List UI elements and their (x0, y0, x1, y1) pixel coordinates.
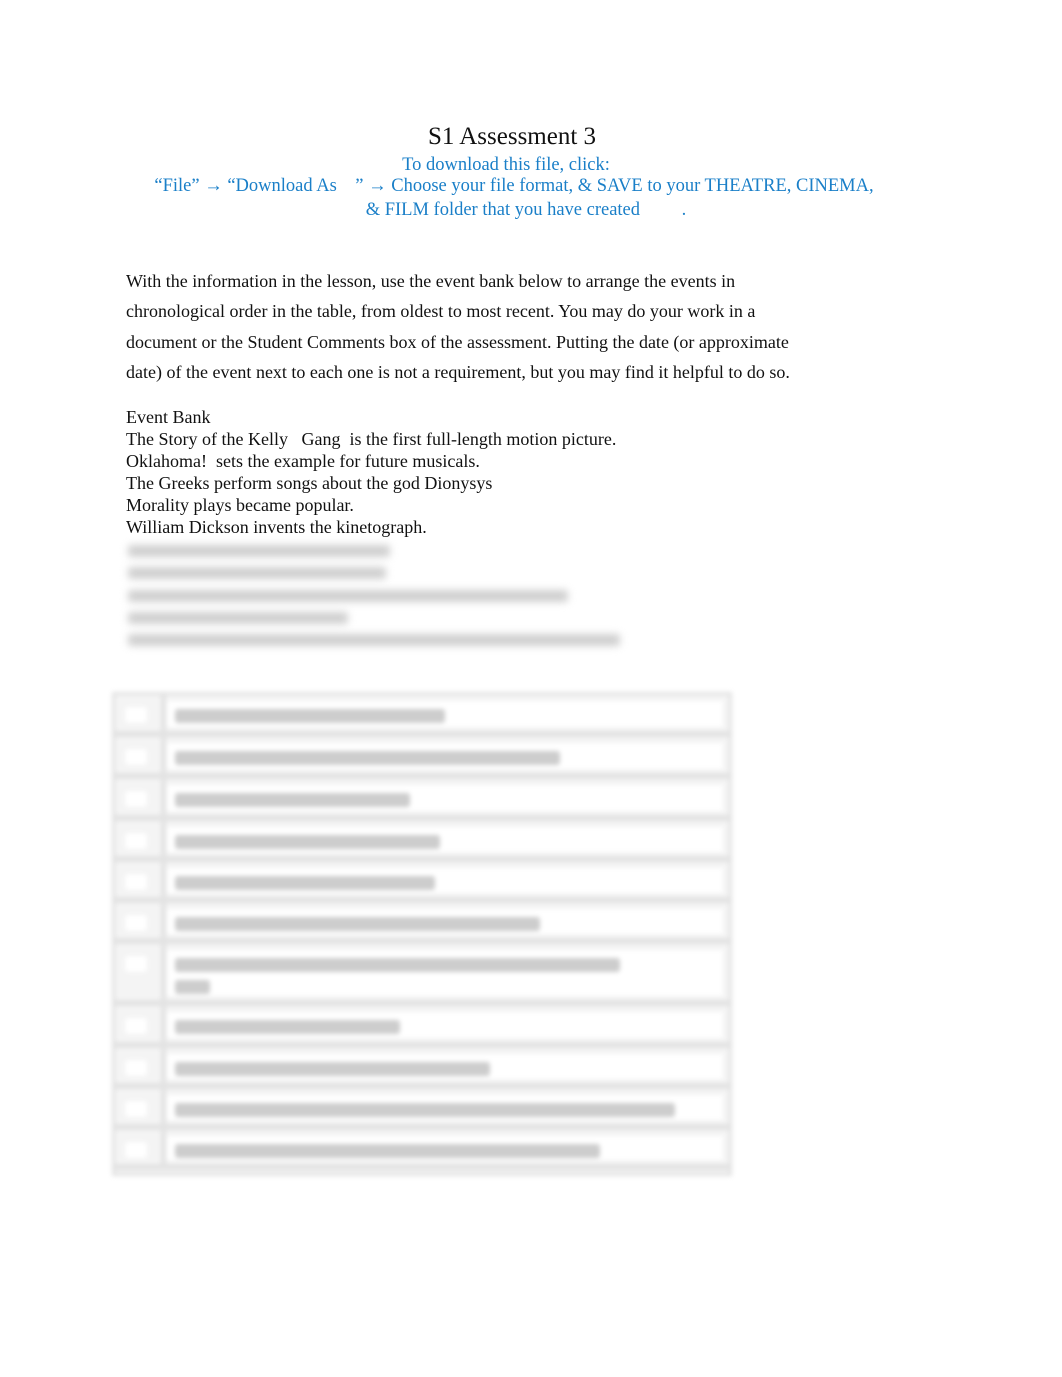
event-cell (167, 1095, 723, 1120)
event-bank-item: Oklahoma! sets the example for future mu… (126, 451, 480, 471)
blurred-text (175, 1144, 600, 1158)
paragraph-line: document or the Student Comments box of … (126, 332, 789, 352)
download-instruction-line-2: “File” → “Download As ” → Choose your fi… (154, 176, 874, 196)
row-number-cell (115, 1130, 166, 1164)
table-row (115, 1006, 729, 1048)
blurred-text (175, 1020, 400, 1034)
event-cell (167, 1136, 723, 1160)
row-number-cell (115, 862, 166, 897)
table-row (115, 1048, 729, 1089)
event-cell (167, 785, 723, 811)
event-cell (167, 701, 723, 727)
blurred-chronology-table (112, 692, 732, 1176)
table-row (115, 903, 729, 944)
paragraph-line: chronological order in the table, from o… (126, 301, 756, 321)
blurred-text (175, 835, 440, 849)
blurred-text (175, 1062, 490, 1076)
blurred-text (175, 751, 560, 765)
event-cell (167, 827, 723, 852)
blurred-text (175, 958, 620, 972)
table-row (115, 944, 729, 1006)
event-cell (167, 950, 723, 996)
row-number-cell (115, 944, 166, 1000)
row-number-cell (115, 1048, 166, 1083)
event-bank-item: The Greeks perform songs about the god D… (126, 473, 493, 493)
table-row (115, 862, 729, 903)
paragraph-line: With the information in the lesson, use … (126, 271, 736, 291)
page-title: S1 Assessment 3 (427, 123, 597, 150)
blurred-text (175, 1103, 675, 1117)
event-cell (167, 743, 723, 769)
download-instruction-line-1: To download this file, click: (402, 155, 610, 175)
blurred-event-item (128, 545, 390, 557)
event-bank-item: William Dickson invents the kinetograph. (126, 517, 427, 537)
row-number-cell (115, 779, 166, 815)
event-cell (167, 909, 723, 934)
blurred-event-item (128, 590, 568, 602)
event-cell (167, 1054, 723, 1079)
blurred-text (175, 793, 410, 807)
row-number-cell (115, 737, 166, 773)
download-instruction-line-3: & FILM folder that you have created . (365, 200, 687, 220)
event-bank-item: The Story of the Kelly Gang is the first… (126, 429, 617, 449)
blurred-event-item (128, 567, 386, 579)
table-row (115, 1130, 729, 1170)
table-row (115, 737, 729, 779)
event-bank-heading: Event Bank (126, 407, 211, 427)
blurred-event-item (128, 634, 620, 646)
row-number-cell (115, 821, 166, 856)
row-number-cell (115, 1089, 166, 1124)
blurred-text (175, 709, 445, 723)
blurred-text (175, 876, 435, 890)
table-row (115, 1089, 729, 1130)
event-cell (167, 868, 723, 893)
table-row (115, 821, 729, 862)
event-bank-item: Morality plays became popular. (126, 495, 354, 515)
table-row (115, 695, 729, 737)
table-row (115, 779, 729, 821)
blurred-text (175, 980, 210, 994)
row-number-cell (115, 1006, 166, 1042)
blurred-event-item (128, 612, 348, 624)
blurred-text (175, 917, 540, 931)
paragraph-line: date) of the event next to each one is n… (126, 362, 790, 382)
row-number-cell (115, 695, 166, 731)
event-cell (167, 1012, 723, 1038)
row-number-cell (115, 903, 166, 938)
